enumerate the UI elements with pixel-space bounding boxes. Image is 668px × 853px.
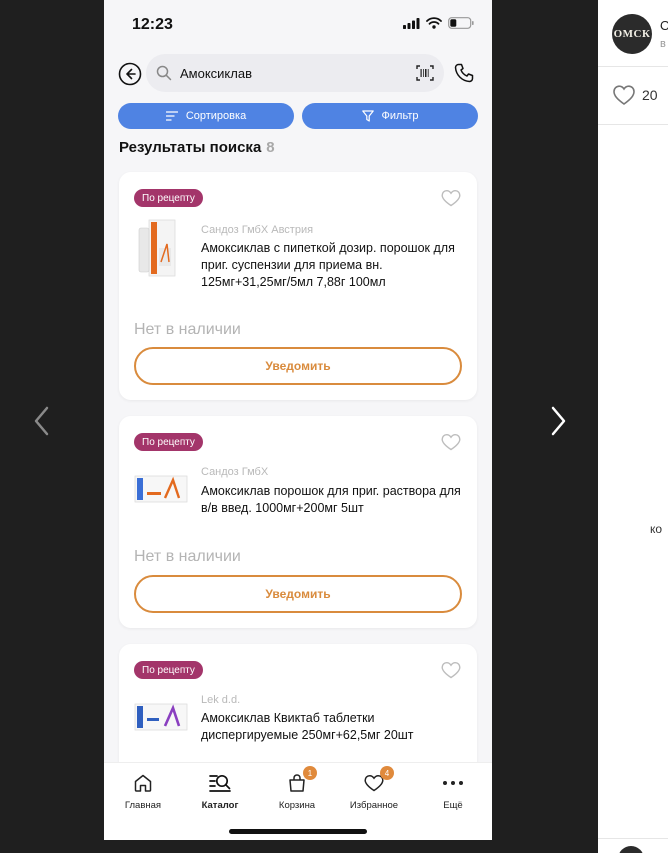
tab-label: Ещё — [443, 800, 463, 811]
arrow-left-icon — [118, 62, 142, 86]
favorites-badge: 4 — [380, 766, 394, 780]
results-title: Результаты поиска — [119, 139, 262, 156]
tab-home[interactable]: Главная — [108, 771, 178, 811]
next-image-arrow[interactable] — [544, 404, 574, 438]
tab-label: Главная — [124, 800, 162, 811]
back-button[interactable] — [118, 62, 142, 86]
phone-screen: 12:23 Амоксиклав Сортировка Фильтр Резул… — [104, 0, 492, 840]
prescription-badge: По рецепту — [134, 189, 203, 207]
heart-outline-icon — [613, 85, 635, 105]
stock-status: Нет в наличии — [134, 321, 241, 338]
commenter-avatar[interactable] — [618, 846, 644, 853]
phone-icon — [454, 63, 474, 83]
bottom-tab-bar: Главная Каталог 1 Корзина 4 Избранное Ещ… — [104, 762, 492, 840]
manufacturer: Сандоз ГмбХ Австрия — [201, 224, 314, 236]
manufacturer: Сандоз ГмбХ — [201, 466, 269, 478]
divider — [598, 838, 668, 839]
search-field[interactable] — [146, 54, 444, 92]
product-name[interactable]: Амоксиклав порошок для приг. раствора дл… — [201, 483, 461, 517]
results-count: 8 — [266, 139, 275, 156]
chevron-right-icon — [551, 406, 566, 436]
cart-badge: 1 — [303, 766, 317, 780]
tab-favorites[interactable]: 4 Избранное — [339, 766, 409, 811]
tab-cart[interactable]: 1 Корзина — [262, 766, 332, 811]
chevron-left-icon — [34, 406, 49, 436]
call-button[interactable] — [454, 63, 474, 88]
favorite-heart-icon[interactable] — [441, 189, 461, 207]
author-avatar[interactable]: ОМСК — [612, 14, 652, 54]
product-image-box — [134, 703, 188, 731]
product-card[interactable]: По рецепту Сандоз ГмбХ Амоксиклав порошо… — [119, 416, 477, 628]
search-row — [104, 54, 492, 94]
stock-status: Нет в наличии — [134, 548, 241, 565]
product-name[interactable]: Амоксиклав Квиктаб таблетки диспергируем… — [201, 710, 461, 744]
filter-icon — [361, 110, 374, 122]
search-icon — [156, 65, 172, 81]
search-input[interactable] — [180, 54, 400, 92]
sort-button[interactable]: Сортировка — [118, 103, 294, 129]
catalog-search-icon — [209, 774, 231, 792]
post-side-panel: ОМСК О в 20 ко — [598, 0, 668, 853]
barcode-scan-icon[interactable] — [416, 65, 434, 81]
tab-label: Избранное — [349, 800, 399, 811]
more-icon — [443, 781, 463, 785]
cellular-signal-icon — [403, 17, 420, 29]
tab-more[interactable]: Ещё — [418, 771, 488, 811]
battery-icon — [448, 17, 474, 29]
like-count: 20 — [642, 87, 658, 103]
divider — [598, 124, 668, 125]
tab-label: Каталог — [201, 800, 239, 811]
prescription-badge: По рецепту — [134, 661, 203, 679]
action-row: Сортировка Фильтр — [118, 103, 478, 129]
product-card[interactable]: По рецепту Сандоз ГмбХ Австрия Амоксикла… — [119, 172, 477, 400]
tab-label: Корзина — [278, 800, 316, 811]
divider — [598, 66, 668, 67]
comment-text-fragment: ко — [650, 522, 663, 536]
favorite-heart-icon[interactable] — [441, 433, 461, 451]
wifi-icon — [426, 17, 442, 29]
status-bar: 12:23 — [104, 0, 492, 46]
sort-label: Сортировка — [185, 110, 247, 122]
status-icons — [403, 17, 474, 29]
filter-label: Фильтр — [381, 110, 419, 122]
author-name[interactable]: О — [660, 18, 668, 33]
notify-button[interactable]: Уведомить — [134, 575, 462, 613]
like-button[interactable]: 20 — [612, 84, 658, 106]
sort-icon — [165, 111, 178, 121]
notify-button[interactable]: Уведомить — [134, 347, 462, 385]
home-indicator — [229, 829, 367, 834]
product-name[interactable]: Амоксиклав с пипеткой дозир. порошок для… — [201, 240, 461, 291]
tab-catalog[interactable]: Каталог — [185, 771, 255, 811]
post-subtitle: в — [660, 38, 666, 50]
product-image-bottle — [138, 219, 176, 277]
manufacturer: Lek d.d. — [201, 694, 241, 706]
results-heading: Результаты поиска 8 — [119, 139, 275, 156]
favorite-heart-icon[interactable] — [441, 661, 461, 679]
product-image-box — [134, 475, 188, 503]
status-time: 12:23 — [132, 16, 173, 33]
previous-image-arrow[interactable] — [26, 404, 56, 438]
filter-button[interactable]: Фильтр — [302, 103, 478, 129]
prescription-badge: По рецепту — [134, 433, 203, 451]
home-icon — [134, 774, 152, 792]
